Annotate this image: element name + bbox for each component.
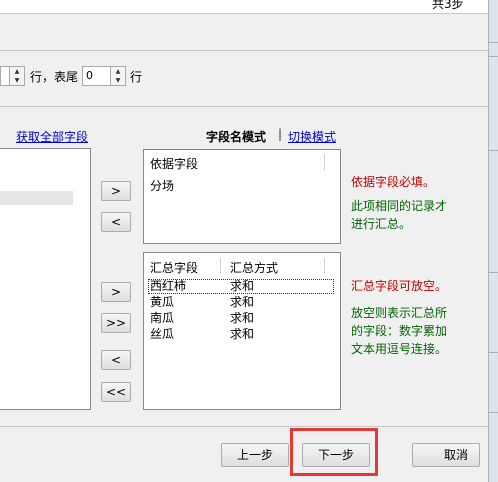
spin-down-icon[interactable]: ▼ — [110, 76, 125, 85]
remove-all-summary-button[interactable]: << — [101, 382, 131, 402]
separator — [0, 106, 488, 107]
tail-rows-spinner[interactable]: 0 ▲ ▼ — [82, 66, 126, 86]
table-row[interactable]: 丝瓜 求和 — [148, 327, 334, 342]
table-row[interactable]: 南瓜 求和 — [148, 311, 334, 326]
list-item-selected[interactable] — [0, 191, 73, 205]
spin-down-icon[interactable]: ▼ — [9, 76, 24, 85]
summary-col-field: 汇总字段 — [150, 261, 199, 275]
step-count: 共3步 — [432, 0, 464, 11]
summary-field-list[interactable]: 汇总字段 汇总方式 西红柿 求和 黄瓜 求和 南瓜 求和 丝瓜 求和 — [143, 252, 341, 410]
separator — [0, 50, 488, 51]
get-all-fields-link[interactable]: 获取全部字段 — [16, 128, 88, 145]
source-field-list[interactable] — [0, 148, 91, 410]
field-name-mode-title: 字段名模式 — [206, 130, 267, 144]
add-summary-button[interactable]: > — [101, 282, 131, 302]
spin-up-icon[interactable]: ▲ — [110, 67, 125, 76]
row-tail-label: 行，表尾 — [30, 70, 79, 84]
tail-rows-value: 0 — [86, 69, 93, 82]
table-row[interactable]: 黄瓜 求和 — [148, 295, 334, 310]
summary-desc-hint: 放空则表示汇总所的字段：数字累加文本用逗号连接。 — [351, 306, 448, 356]
row-label: 行 — [130, 70, 143, 84]
table-row[interactable]: 西红柿 求和 — [148, 279, 334, 294]
header-rows-spinner[interactable]: ▲ ▼ — [0, 66, 25, 86]
next-step-button[interactable]: 下一步 — [302, 443, 370, 467]
remove-summary-button[interactable]: < — [101, 350, 131, 370]
list-item[interactable]: 分场 — [150, 177, 174, 194]
summary-optional-hint: 汇总字段可放空。 — [351, 279, 448, 293]
background-window-edge — [488, 0, 498, 482]
mode-separator: | — [278, 127, 283, 141]
title-strip: 共3步 — [0, 0, 488, 14]
add-all-summary-button[interactable]: >> — [101, 313, 131, 333]
group-by-list[interactable]: 依据字段 分场 — [143, 149, 341, 244]
group-by-header: 依据字段 — [150, 157, 199, 171]
switch-mode-link[interactable]: 切换模式 — [288, 128, 336, 145]
group-by-desc-hint: 此项相同的记录才进行汇总。 — [351, 199, 448, 231]
prev-step-button[interactable]: 上一步 — [221, 443, 289, 467]
spin-up-icon[interactable]: ▲ — [9, 67, 24, 76]
remove-field-button[interactable]: < — [101, 212, 131, 232]
summary-col-method: 汇总方式 — [230, 261, 279, 275]
cancel-button[interactable]: 取消 — [412, 443, 480, 467]
add-field-button[interactable]: > — [101, 181, 131, 201]
group-by-required-hint: 依据字段必填。 — [351, 175, 436, 189]
